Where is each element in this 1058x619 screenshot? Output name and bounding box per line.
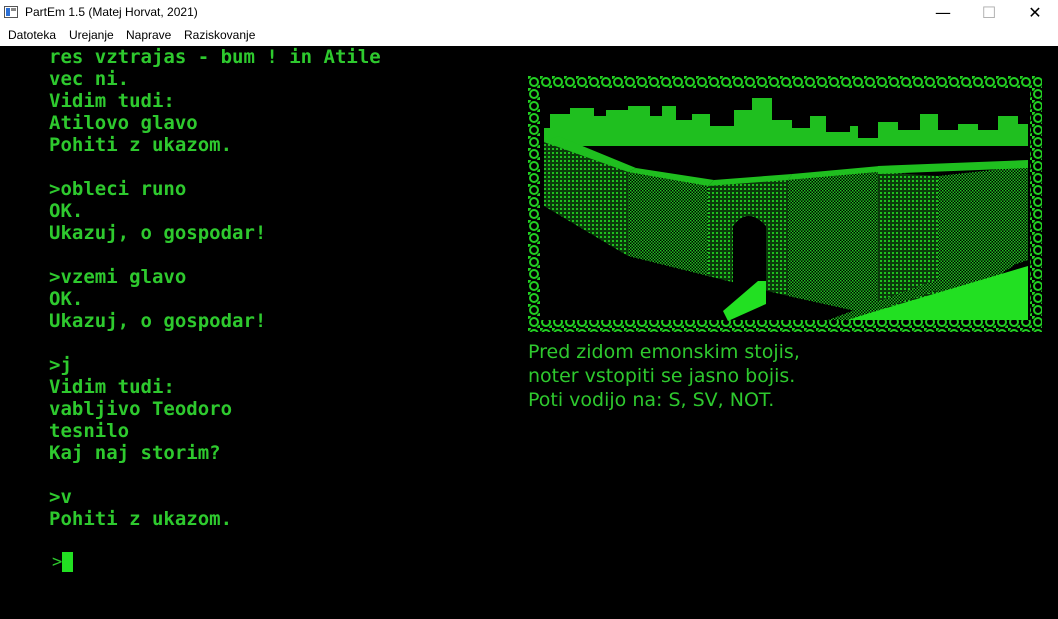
maximize-button[interactable]: ☐	[966, 0, 1012, 26]
app-icon[interactable]	[4, 6, 18, 18]
game-transcript: res vztrajas - bum ! in Atile vec ni. Vi…	[49, 46, 381, 530]
minimize-button[interactable]: —	[920, 0, 966, 26]
window-title: PartEm 1.5 (Matej Horvat, 2021)	[25, 5, 198, 19]
menu-datoteka[interactable]: Datoteka	[8, 28, 56, 42]
menu-bar: Datoteka Urejanje Naprave Raziskovanje	[0, 26, 1058, 46]
menu-urejanje[interactable]: Urejanje	[69, 28, 114, 42]
location-picture	[528, 76, 1042, 332]
menu-naprave[interactable]: Naprave	[126, 28, 171, 42]
text-cursor[interactable]	[62, 552, 73, 572]
menu-raziskovanje[interactable]: Raziskovanje	[184, 28, 255, 42]
input-prompt: >	[52, 552, 63, 572]
close-button[interactable]: ✕	[1012, 0, 1058, 26]
emulator-screen[interactable]: res vztrajas - bum ! in Atile vec ni. Vi…	[0, 46, 1058, 619]
title-bar: PartEm 1.5 (Matej Horvat, 2021) — ☐ ✕	[0, 0, 1058, 26]
location-description: Pred zidom emonskim stojis, noter vstopi…	[528, 341, 800, 411]
